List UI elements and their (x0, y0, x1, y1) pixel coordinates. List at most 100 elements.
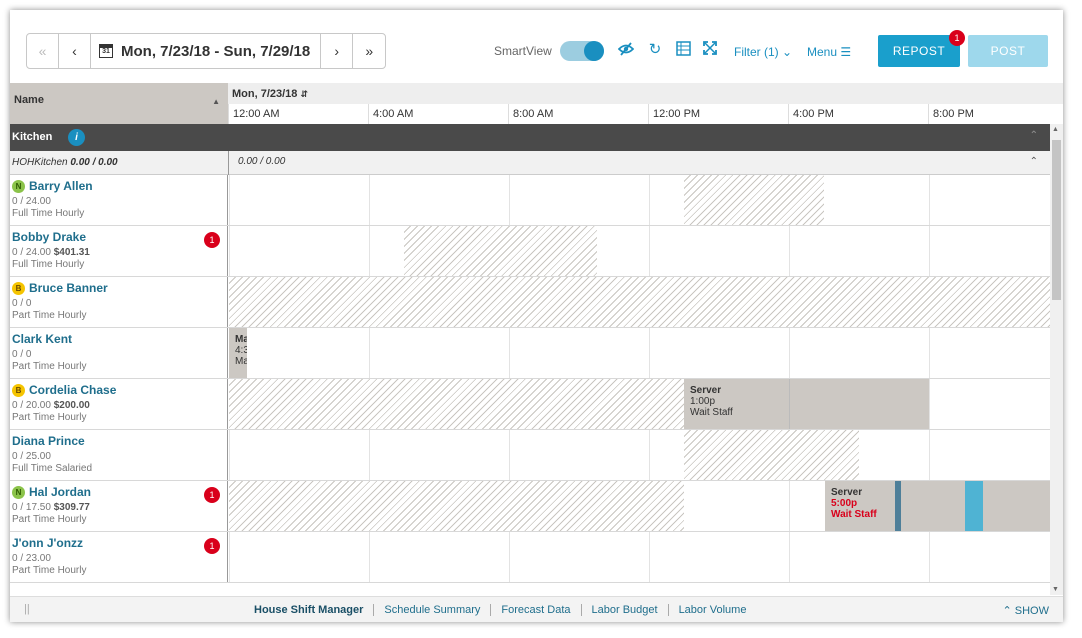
employee-hours: 0 / 0 (12, 298, 32, 309)
employee-name[interactable]: Clark Kent (12, 332, 72, 346)
employee-tag: B (12, 282, 25, 295)
chevron-up-icon: ⌃ (1002, 605, 1015, 617)
refresh-icon[interactable]: ↻ (646, 41, 664, 59)
grid-line (649, 175, 650, 225)
employee-timeline[interactable]: Ma 4:3 Ma (229, 328, 1050, 378)
tab-schedule-summary[interactable]: Schedule Summary (373, 604, 490, 616)
employee-name[interactable]: J'onn J'onzz (12, 536, 83, 550)
employee-cost: $401.31 (53, 247, 90, 258)
tick-label: 8:00 AM (508, 104, 553, 124)
employee-timeline[interactable]: Server 1:00p Wait Staff (229, 379, 1050, 429)
group-header-kitchen[interactable]: Kitchen i ⌃ (10, 124, 1050, 151)
date-range-picker[interactable]: 31 Mon, 7/23/18 - Sun, 7/29/18 (91, 34, 322, 68)
employee-name[interactable]: Bobby Drake (12, 230, 86, 244)
employee-name-cell[interactable]: B Bruce Banner 0 / 0 Part Time Hourly (10, 277, 228, 327)
employee-name-cell[interactable]: J'onn J'onzz 0 / 23.00 Part Time Hourly … (10, 532, 228, 582)
shift-title: Ma (235, 334, 247, 345)
info-icon[interactable]: i (68, 129, 85, 146)
next-week-button[interactable]: › (321, 34, 354, 68)
show-panel-button[interactable]: ⌃ SHOW (1002, 604, 1049, 617)
smartview-label: SmartView (494, 44, 552, 58)
vertical-scrollbar[interactable]: ▲ ▼ (1050, 124, 1063, 595)
drag-handle-icon[interactable]: || (24, 603, 30, 615)
employee-name[interactable]: Hal Jordan (29, 485, 91, 499)
notification-badge[interactable]: 1 (204, 232, 220, 248)
shift-block[interactable]: Server 1:00p Wait Staff (684, 379, 929, 429)
employee-name[interactable]: Bruce Banner (29, 281, 108, 295)
scroll-thumb[interactable] (1052, 140, 1061, 300)
timeline-date[interactable]: Mon, 7/23/18 ⇵ (228, 83, 1063, 104)
grid-line (509, 328, 510, 378)
last-week-button[interactable]: » (353, 34, 385, 68)
hide-icon[interactable] (617, 41, 635, 59)
employee-timeline[interactable]: Server 5:00p Wait Staff (229, 481, 1050, 531)
employee-type: Full Time Hourly (12, 208, 85, 219)
employee-tag: N (12, 486, 25, 499)
employee-name-cell[interactable]: B Cordelia Chase 0 / 20.00 $200.00 Part T… (10, 379, 228, 429)
scroll-down-icon[interactable]: ▼ (1052, 586, 1059, 593)
tab-house-shift-manager[interactable]: House Shift Manager (254, 604, 373, 616)
tab-forecast-data[interactable]: Forecast Data (490, 604, 580, 616)
grid-line (229, 532, 230, 582)
employee-name-cell[interactable]: Diana Prince 0 / 25.00 Full Time Salarie… (10, 430, 228, 480)
employee-timeline[interactable] (229, 175, 1050, 225)
employee-name[interactable]: Diana Prince (12, 434, 85, 448)
employee-name-cell[interactable]: N Hal Jordan 0 / 17.50 $309.77 Part Time … (10, 481, 228, 531)
employee-cost: $200.00 (53, 400, 90, 411)
employee-name-cell[interactable]: N Barry Allen 0 / 24.00 Full Time Hourly (10, 175, 228, 225)
menu-button[interactable]: Menu ☰ (807, 45, 851, 59)
calendar-icon: 31 (99, 44, 113, 58)
tab-labor-budget[interactable]: Labor Budget (580, 604, 668, 616)
expand-icon[interactable] (701, 41, 719, 59)
employee-type: Full Time Salaried (12, 463, 93, 474)
scroll-up-icon[interactable]: ▲ (1052, 126, 1059, 133)
shift-title: Server (831, 487, 863, 498)
employee-name[interactable]: Cordelia Chase (29, 383, 116, 397)
notification-badge[interactable]: 1 (204, 487, 220, 503)
employee-name-cell[interactable]: Bobby Drake 0 / 24.00 $401.31 Full Time … (10, 226, 228, 276)
table-view-icon[interactable] (674, 41, 692, 59)
name-header-label: Name (14, 94, 44, 106)
prev-week-button[interactable]: ‹ (59, 34, 91, 68)
filter-dropdown[interactable]: Filter (1) ⌄ (734, 45, 792, 59)
repost-button[interactable]: REPOST (878, 35, 960, 67)
grid-line (649, 430, 650, 480)
employee-row: B Cordelia Chase 0 / 20.00 $200.00 Part T… (10, 379, 1050, 430)
subgroup-hours-right: 0.00 / 0.00 (238, 156, 286, 167)
collapse-group-icon[interactable]: ⌃ (1030, 130, 1038, 141)
employee-row: Diana Prince 0 / 25.00 Full Time Salarie… (10, 430, 1050, 481)
tab-labor-volume[interactable]: Labor Volume (667, 604, 757, 616)
shift-block[interactable]: Ma 4:3 Ma (229, 328, 247, 378)
employee-name-cell[interactable]: Clark Kent 0 / 0 Part Time Hourly (10, 328, 228, 378)
first-week-button[interactable]: « (27, 34, 59, 68)
post-button[interactable]: POST (968, 35, 1048, 67)
employee-hours-line: 0 / 0 (12, 349, 227, 360)
notification-badge[interactable]: 1 (204, 538, 220, 554)
break-marker[interactable] (965, 481, 983, 531)
grid-line (929, 430, 930, 480)
employee-timeline[interactable] (229, 532, 1050, 582)
shift-dept: Wait Staff (831, 509, 877, 520)
sort-asc-icon[interactable]: ▲ (212, 97, 220, 106)
subgroup-row: HOHKitchen 0.00 / 0.00 0.00 / 0.00 ⌃ (10, 151, 1050, 175)
sort-toggle-icon[interactable]: ⇵ (300, 89, 308, 99)
employee-timeline[interactable] (229, 277, 1050, 327)
employee-hours: 0 / 24.00 (12, 196, 51, 207)
timeline-date-label: Mon, 7/23/18 (232, 88, 298, 100)
employee-type: Part Time Hourly (12, 310, 87, 321)
name-column-header[interactable]: Name ▲ (10, 83, 228, 124)
unavailable-block (229, 379, 684, 429)
smartview-toggle[interactable] (560, 41, 604, 61)
shift-block[interactable]: Server 5:00p Wait Staff (825, 481, 1050, 531)
employee-name[interactable]: Barry Allen (29, 179, 93, 193)
break-marker[interactable] (895, 481, 901, 531)
grid-line (229, 430, 230, 480)
repost-label: REPOST (892, 44, 946, 58)
grid-line (789, 226, 790, 276)
employee-type: Full Time Hourly (12, 259, 85, 270)
employee-tag: B (12, 384, 25, 397)
collapse-subgroup-icon[interactable]: ⌃ (1030, 156, 1038, 167)
employee-timeline[interactable] (229, 226, 1050, 276)
shift-time: 4:3 (235, 345, 247, 356)
employee-timeline[interactable] (229, 430, 1050, 480)
